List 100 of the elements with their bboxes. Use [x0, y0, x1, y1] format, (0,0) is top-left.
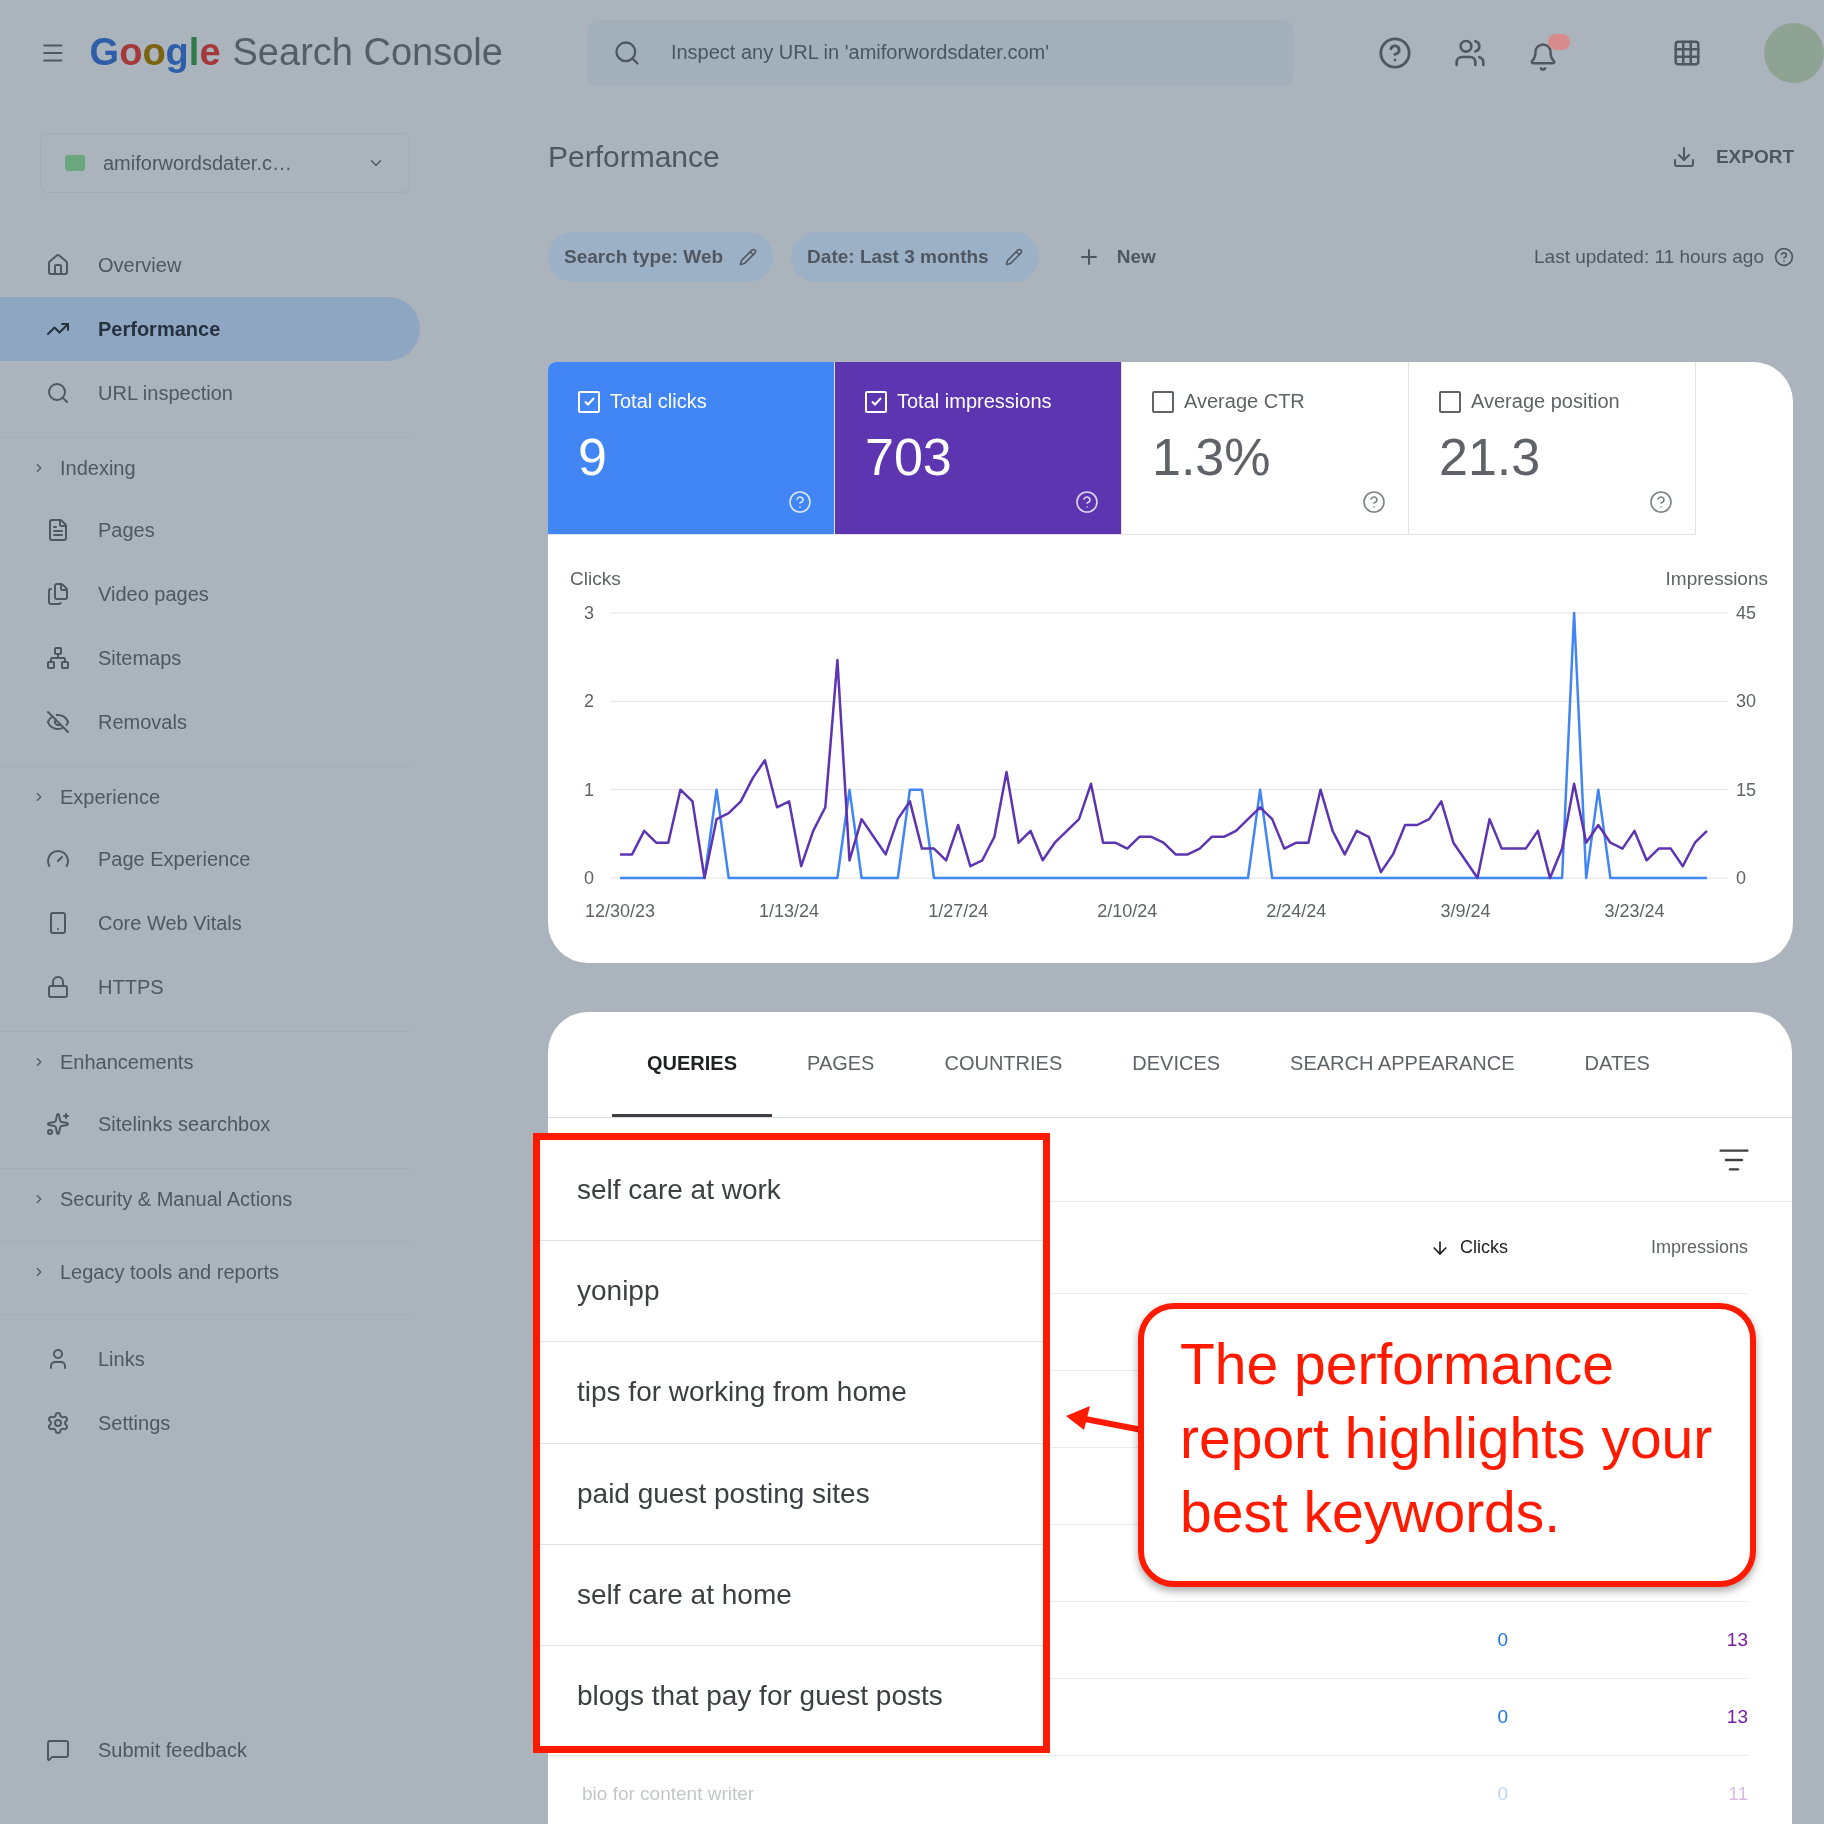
section-header[interactable]: Indexing	[0, 437, 412, 498]
last-updated: Last updated: 11 hours ago	[1534, 246, 1764, 268]
check-icon	[869, 395, 883, 408]
metric-value: 9	[578, 427, 608, 487]
query-text: paid guest posting sites	[540, 1443, 1043, 1545]
checkbox[interactable]	[1152, 390, 1174, 413]
column-header[interactable]: Impressions	[1508, 1202, 1748, 1294]
metric-label: Total clicks	[610, 390, 707, 413]
sidebar-item[interactable]: Links	[0, 1327, 420, 1391]
tab[interactable]: DEVICES	[1097, 1012, 1256, 1117]
callout-text: The performance report highlights your best keywords.	[1180, 1331, 1714, 1546]
query-text: self care at work	[540, 1140, 1043, 1242]
query-text: tips for working from home	[540, 1342, 1043, 1444]
query-text: yonipp	[540, 1241, 1043, 1343]
tick-label: 2/10/24	[1097, 901, 1158, 921]
help-icon[interactable]	[1774, 247, 1794, 267]
tab[interactable]: SEARCH APPEARANCE	[1255, 1012, 1550, 1117]
tick-label: 1/13/24	[759, 901, 820, 921]
nav-icon	[46, 975, 70, 999]
checkbox[interactable]	[1439, 390, 1461, 413]
nav-icon	[46, 646, 70, 670]
sidebar-item[interactable]: Settings	[0, 1391, 420, 1455]
tab[interactable]: COUNTRIES	[909, 1012, 1098, 1117]
tick-label: 3	[584, 603, 594, 623]
property-selector[interactable]: amiforwordsdater.c…	[40, 133, 410, 193]
section-header[interactable]: Experience	[0, 766, 412, 827]
section-header[interactable]: Legacy tools and reports	[0, 1241, 412, 1302]
new-filter-button[interactable]: New	[1076, 245, 1156, 269]
tick-label: 30	[1736, 691, 1757, 712]
sidebar-item[interactable]: Removals	[0, 690, 420, 754]
query-text: self care at home	[540, 1544, 1043, 1646]
nav-icon	[46, 1112, 70, 1136]
sidebar-item[interactable]: Sitelinks searchbox	[0, 1092, 420, 1156]
tick-label: 45	[1736, 603, 1757, 623]
sidebar-item[interactable]: Pages	[0, 498, 420, 562]
metric-label: Total impressions	[897, 390, 1052, 413]
tick-label: 2/24/24	[1266, 901, 1327, 921]
tab[interactable]: QUERIES	[612, 1012, 773, 1117]
nav-icon	[46, 1411, 70, 1435]
sidebar-item[interactable]: Overview	[0, 233, 420, 297]
query-text: blogs that pay for guest posts	[576, 1678, 944, 1713]
metric-label: Average position	[1471, 390, 1620, 413]
nav-icon	[46, 253, 70, 277]
impressions-cell: 13	[1508, 1602, 1748, 1679]
tick-label: 1	[584, 779, 594, 800]
tick-label: 0	[584, 868, 594, 888]
metric-tile[interactable]: Average CTR 1.3%	[1122, 362, 1409, 535]
help-icon[interactable]	[1378, 35, 1412, 70]
filter-chip[interactable]: Date: Last 3 months	[791, 232, 1039, 282]
sidebar-item[interactable]: Core Web Vitals	[0, 891, 420, 955]
metric-value: 21.3	[1439, 427, 1542, 487]
sidebar-item[interactable]: Page Experience	[0, 827, 420, 891]
metric-label: Average CTR	[1184, 390, 1305, 413]
tick-label: 12/30/23	[584, 901, 656, 921]
tab[interactable]: PAGES	[772, 1012, 910, 1117]
clicks-cell: 0	[1268, 1679, 1508, 1756]
property-icon	[65, 155, 85, 171]
nav-icon	[46, 710, 70, 734]
section-header[interactable]: Security & Manual Actions	[0, 1168, 412, 1229]
search-icon	[612, 38, 641, 67]
column-header[interactable]: Clicks	[1268, 1202, 1508, 1294]
tick-label: 15	[1736, 779, 1757, 800]
tick-label: 3/9/24	[1440, 901, 1491, 921]
tick-label: 3/23/24	[1604, 901, 1665, 921]
metric-tile[interactable]: Average position 21.3	[1409, 362, 1696, 535]
axis-title: Clicks	[570, 568, 621, 589]
feedback-icon	[46, 1738, 70, 1762]
logo: Google	[89, 31, 221, 74]
nav-icon	[46, 381, 70, 405]
nav-icon	[46, 518, 70, 542]
sidebar-item[interactable]: HTTPS	[0, 955, 420, 1019]
sidebar-item[interactable]: Video pages	[0, 562, 420, 626]
metric-value: 1.3%	[1152, 427, 1272, 487]
page-title: Performance	[548, 140, 720, 174]
metric-value: 703	[865, 427, 953, 487]
download-icon	[1671, 145, 1696, 169]
sidebar-item[interactable]: URL inspection	[0, 361, 420, 425]
tick-label: 2	[584, 691, 594, 712]
help-icon[interactable]	[1362, 490, 1386, 514]
sidebar-item[interactable]: Performance	[0, 297, 420, 361]
help-icon[interactable]	[1649, 490, 1673, 514]
check-icon	[582, 395, 596, 408]
pencil-icon	[739, 248, 758, 266]
filter-chip[interactable]: Search type: Web	[548, 232, 774, 282]
axis-title: Impressions	[1665, 568, 1768, 589]
product-name: Search Console	[232, 31, 503, 74]
impressions-cell: 13	[1508, 1679, 1748, 1756]
pencil-icon	[1004, 248, 1023, 266]
clicks-cell: 0	[1268, 1602, 1508, 1679]
feedback-link[interactable]: Submit feedback	[0, 1738, 490, 1762]
tick-label: 1/27/24	[928, 901, 989, 921]
tab[interactable]: DATES	[1549, 1012, 1685, 1117]
sidebar-item[interactable]: Sitemaps	[0, 626, 420, 690]
nav-icon	[46, 582, 70, 606]
notification-icon[interactable]	[1528, 33, 1570, 72]
search-field[interactable]: Inspect any URL in 'amiforwordsdater.com'	[586, 19, 1294, 86]
clicks-cell: 0	[1268, 1756, 1508, 1824]
tick-label: 0	[1736, 868, 1746, 888]
section-header[interactable]: Enhancements	[0, 1031, 412, 1092]
export-button[interactable]: EXPORT	[1671, 145, 1794, 169]
